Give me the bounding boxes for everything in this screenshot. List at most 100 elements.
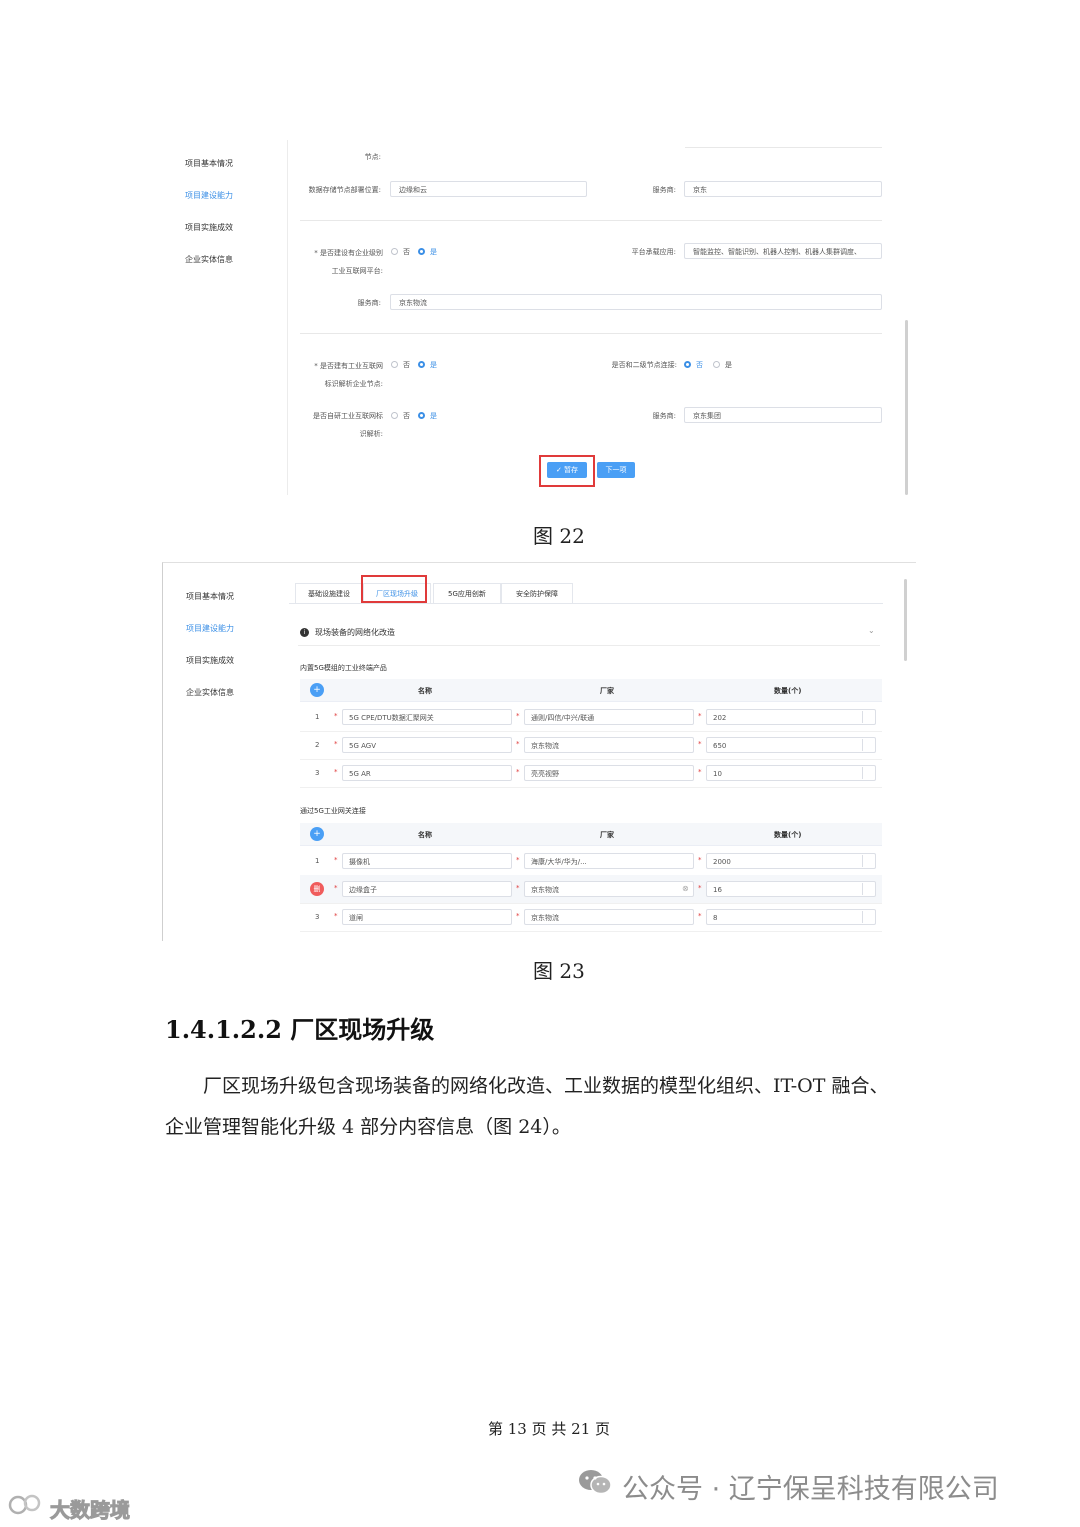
self-dev-radio-no[interactable] [391, 412, 398, 419]
required-mark: * [698, 856, 702, 864]
highlight-box [539, 455, 595, 487]
qty-input[interactable]: 2000 [706, 853, 876, 869]
platform-radio-no-label: 否 [403, 248, 410, 256]
stepper-icon[interactable] [862, 883, 873, 895]
qty-input[interactable]: 650 [706, 737, 876, 753]
table-row: 删 * 边缘盒子 * 京东物流 ⊗ * 16 [300, 875, 882, 904]
qty-value: 16 [713, 886, 722, 894]
scrollbar[interactable] [905, 320, 908, 495]
maker-input[interactable]: 京东物流 [524, 909, 694, 925]
divider [300, 333, 882, 334]
paragraph-line-1: 厂区现场升级包含现场装备的网络化改造、工业数据的模型化组织、IT-OT 融合、 [203, 1075, 889, 1097]
identifier-radio-no[interactable] [391, 361, 398, 368]
self-dev-provider-input[interactable]: 京东集团 [684, 407, 882, 423]
name-input[interactable]: 摄像机 [342, 853, 512, 869]
secondary-node-label: 是否和二级节点连接: [611, 361, 677, 369]
chevron-down-icon[interactable]: ⌄ [868, 626, 875, 635]
stepper-icon[interactable] [862, 711, 873, 723]
name-input[interactable]: 边缘盒子 [342, 881, 512, 897]
identifier-radio-yes[interactable] [418, 361, 425, 368]
sidebar-item-entity-info[interactable]: 企业实体信息 [186, 687, 234, 698]
required-mark: * [334, 884, 338, 892]
table1-header: + 名称 厂家 数量(个) [300, 679, 882, 702]
name-input[interactable]: 5G AR [342, 765, 512, 781]
sidebar-divider [287, 140, 288, 495]
stepper-icon[interactable] [862, 767, 873, 779]
weibo-icon [8, 1492, 46, 1516]
required-mark: * [334, 712, 338, 720]
identifier-radio-yes-label: 是 [430, 361, 437, 369]
required-mark: * [698, 912, 702, 920]
add-row-button[interactable]: + [310, 827, 324, 841]
platform-question-label: * 是否建设有企业级别 [314, 249, 383, 257]
sidebar-item-basic-info[interactable]: 项目基本情况 [186, 591, 234, 602]
qty-input[interactable]: 16 [706, 881, 876, 897]
col-maker: 厂家 [600, 687, 614, 695]
required-mark: * [516, 740, 520, 748]
required-mark: * [334, 740, 338, 748]
secondary-radio-no-label: 否 [696, 361, 703, 369]
name-input[interactable]: 5G AGV [342, 737, 512, 753]
maker-input[interactable]: 海康/大华/华为/... [524, 853, 694, 869]
tab-security[interactable]: 安全防护保障 [501, 583, 573, 603]
sidebar-item-results[interactable]: 项目实施成效 [185, 222, 233, 233]
platform-apps-input[interactable]: 智能监控、智能识别、机器人控制、机器人集群调度、 [684, 243, 882, 259]
table2-title: 通过5G工业网关连接 [300, 807, 366, 815]
identifier-node-label-2: 标识解析企业节点: [324, 380, 383, 388]
sidebar-item-results[interactable]: 项目实施成效 [186, 655, 234, 666]
name-input[interactable]: 5G CPE/DTU数据汇聚网关 [342, 709, 512, 725]
required-mark: * [516, 884, 520, 892]
self-dev-label: 是否自研工业互联网标 [313, 412, 383, 420]
figure-22: 项目基本情况 项目建设能力 项目实施成效 企业实体信息 节点: 数据存储节点部署… [165, 140, 915, 500]
qty-input[interactable]: 10 [706, 765, 876, 781]
scrollbar[interactable] [904, 579, 907, 661]
platform-provider-label: 服务商: [357, 299, 381, 307]
storage-location-label: 数据存储节点部署位置: [308, 186, 381, 194]
maker-input[interactable]: 京东物流 [524, 881, 694, 897]
next-button[interactable]: 下一项 [597, 462, 635, 478]
paragraph-line-2: 企业管理智能化升级 4 部分内容信息（图 24）。 [165, 1116, 571, 1138]
platform-radio-yes[interactable] [418, 248, 425, 255]
stepper-icon[interactable] [862, 855, 873, 867]
self-dev-label-2: 识解析: [359, 430, 383, 438]
figure-23: 项目基本情况 项目建设能力 项目实施成效 企业实体信息 基础设施建设 厂区现场升… [162, 562, 916, 941]
name-input[interactable]: 道闸 [342, 909, 512, 925]
platform-radio-no[interactable] [391, 248, 398, 255]
identifier-radio-no-label: 否 [403, 361, 410, 369]
required-mark: * [334, 768, 338, 776]
section-divider [298, 645, 880, 646]
maker-input[interactable]: 通则/四信/中兴/联通 [524, 709, 694, 725]
clear-icon[interactable]: ⊗ [682, 884, 689, 893]
maker-input[interactable]: 亮亮视野 [524, 765, 694, 781]
sidebar-item-basic-info[interactable]: 项目基本情况 [185, 158, 233, 169]
self-dev-radio-yes[interactable] [418, 412, 425, 419]
maker-input[interactable]: 京东物流 [524, 737, 694, 753]
stepper-icon[interactable] [862, 911, 873, 923]
provider-input[interactable]: 京东 [684, 181, 882, 197]
section-title: 现场装备的网络化改造 [315, 628, 395, 637]
table-row: 1 * 摄像机 * 海康/大华/华为/... * 2000 [300, 847, 882, 876]
col-qty: 数量(个) [774, 831, 802, 839]
node-label: 节点: [364, 153, 381, 161]
qty-value: 8 [713, 914, 718, 922]
platform-provider-input[interactable]: 京东物流 [390, 294, 882, 310]
sidebar-item-capability[interactable]: 项目建设能力 [185, 190, 233, 201]
row-index: 1 [315, 713, 320, 721]
sidebar-item-capability[interactable]: 项目建设能力 [186, 623, 234, 634]
table-row: 3 * 道闸 * 京东物流 * 8 [300, 903, 882, 932]
highlight-box [361, 575, 427, 603]
sidebar-item-entity-info[interactable]: 企业实体信息 [185, 254, 233, 265]
qty-input[interactable]: 202 [706, 709, 876, 725]
col-name: 名称 [418, 831, 432, 839]
figure-22-caption: 图 22 [533, 524, 585, 548]
tab-infrastructure[interactable]: 基础设施建设 [295, 583, 363, 603]
storage-location-input[interactable]: 边缘和云 [390, 181, 587, 197]
stepper-icon[interactable] [862, 739, 873, 751]
secondary-radio-yes[interactable] [713, 361, 720, 368]
divider [300, 220, 882, 221]
secondary-radio-no[interactable] [684, 361, 691, 368]
add-row-button[interactable]: + [310, 683, 324, 697]
delete-row-button[interactable]: 删 [310, 882, 324, 896]
tab-5g-innovation[interactable]: 5G应用创新 [433, 583, 501, 603]
qty-input[interactable]: 8 [706, 909, 876, 925]
